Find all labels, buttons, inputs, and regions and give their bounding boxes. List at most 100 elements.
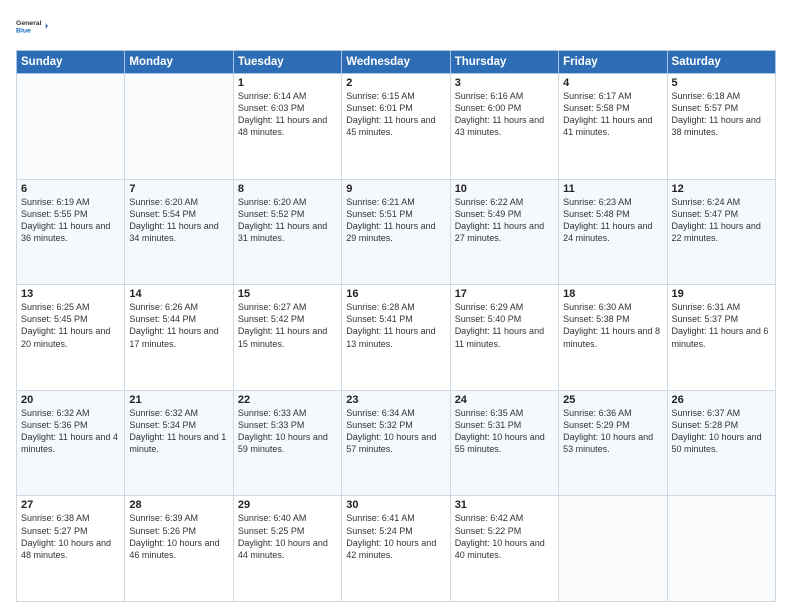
calendar-cell: 21Sunrise: 6:32 AM Sunset: 5:34 PM Dayli… [125, 390, 233, 496]
calendar-cell: 26Sunrise: 6:37 AM Sunset: 5:28 PM Dayli… [667, 390, 775, 496]
calendar-cell: 20Sunrise: 6:32 AM Sunset: 5:36 PM Dayli… [17, 390, 125, 496]
week-row-2: 6Sunrise: 6:19 AM Sunset: 5:55 PM Daylig… [17, 179, 776, 285]
cell-info: Sunrise: 6:36 AM Sunset: 5:29 PM Dayligh… [563, 407, 662, 456]
cell-info: Sunrise: 6:22 AM Sunset: 5:49 PM Dayligh… [455, 196, 554, 245]
calendar-cell: 22Sunrise: 6:33 AM Sunset: 5:33 PM Dayli… [233, 390, 341, 496]
calendar-cell [125, 74, 233, 180]
calendar-cell: 23Sunrise: 6:34 AM Sunset: 5:32 PM Dayli… [342, 390, 450, 496]
day-number: 31 [455, 499, 554, 511]
day-number: 22 [238, 394, 337, 406]
week-row-3: 13Sunrise: 6:25 AM Sunset: 5:45 PM Dayli… [17, 285, 776, 391]
cell-info: Sunrise: 6:27 AM Sunset: 5:42 PM Dayligh… [238, 301, 337, 350]
calendar-cell: 17Sunrise: 6:29 AM Sunset: 5:40 PM Dayli… [450, 285, 558, 391]
day-number: 4 [563, 77, 662, 89]
calendar-cell: 16Sunrise: 6:28 AM Sunset: 5:41 PM Dayli… [342, 285, 450, 391]
calendar-cell: 15Sunrise: 6:27 AM Sunset: 5:42 PM Dayli… [233, 285, 341, 391]
cell-info: Sunrise: 6:28 AM Sunset: 5:41 PM Dayligh… [346, 301, 445, 350]
cell-info: Sunrise: 6:35 AM Sunset: 5:31 PM Dayligh… [455, 407, 554, 456]
cell-info: Sunrise: 6:32 AM Sunset: 5:36 PM Dayligh… [21, 407, 120, 456]
cell-info: Sunrise: 6:23 AM Sunset: 5:48 PM Dayligh… [563, 196, 662, 245]
calendar-cell: 8Sunrise: 6:20 AM Sunset: 5:52 PM Daylig… [233, 179, 341, 285]
cell-info: Sunrise: 6:26 AM Sunset: 5:44 PM Dayligh… [129, 301, 228, 350]
calendar-cell: 5Sunrise: 6:18 AM Sunset: 5:57 PM Daylig… [667, 74, 775, 180]
calendar-cell: 2Sunrise: 6:15 AM Sunset: 6:01 PM Daylig… [342, 74, 450, 180]
calendar-cell: 30Sunrise: 6:41 AM Sunset: 5:24 PM Dayli… [342, 496, 450, 602]
day-number: 19 [672, 288, 771, 300]
day-number: 26 [672, 394, 771, 406]
week-row-1: 1Sunrise: 6:14 AM Sunset: 6:03 PM Daylig… [17, 74, 776, 180]
calendar-cell: 4Sunrise: 6:17 AM Sunset: 5:58 PM Daylig… [559, 74, 667, 180]
cell-info: Sunrise: 6:30 AM Sunset: 5:38 PM Dayligh… [563, 301, 662, 350]
day-number: 15 [238, 288, 337, 300]
cell-info: Sunrise: 6:21 AM Sunset: 5:51 PM Dayligh… [346, 196, 445, 245]
cell-info: Sunrise: 6:40 AM Sunset: 5:25 PM Dayligh… [238, 512, 337, 561]
weekday-header-sunday: Sunday [17, 51, 125, 74]
cell-info: Sunrise: 6:31 AM Sunset: 5:37 PM Dayligh… [672, 301, 771, 350]
day-number: 5 [672, 77, 771, 89]
calendar-cell: 29Sunrise: 6:40 AM Sunset: 5:25 PM Dayli… [233, 496, 341, 602]
calendar-cell: 7Sunrise: 6:20 AM Sunset: 5:54 PM Daylig… [125, 179, 233, 285]
day-number: 23 [346, 394, 445, 406]
calendar-cell: 18Sunrise: 6:30 AM Sunset: 5:38 PM Dayli… [559, 285, 667, 391]
day-number: 21 [129, 394, 228, 406]
calendar-cell: 10Sunrise: 6:22 AM Sunset: 5:49 PM Dayli… [450, 179, 558, 285]
day-number: 11 [563, 183, 662, 195]
cell-info: Sunrise: 6:38 AM Sunset: 5:27 PM Dayligh… [21, 512, 120, 561]
calendar: SundayMondayTuesdayWednesdayThursdayFrid… [16, 50, 776, 602]
svg-text:General: General [16, 20, 42, 27]
weekday-header-thursday: Thursday [450, 51, 558, 74]
week-row-4: 20Sunrise: 6:32 AM Sunset: 5:36 PM Dayli… [17, 390, 776, 496]
cell-info: Sunrise: 6:29 AM Sunset: 5:40 PM Dayligh… [455, 301, 554, 350]
week-row-5: 27Sunrise: 6:38 AM Sunset: 5:27 PM Dayli… [17, 496, 776, 602]
day-number: 18 [563, 288, 662, 300]
header: General Blue [16, 10, 776, 42]
weekday-header-monday: Monday [125, 51, 233, 74]
cell-info: Sunrise: 6:19 AM Sunset: 5:55 PM Dayligh… [21, 196, 120, 245]
calendar-cell: 28Sunrise: 6:39 AM Sunset: 5:26 PM Dayli… [125, 496, 233, 602]
day-number: 28 [129, 499, 228, 511]
day-number: 17 [455, 288, 554, 300]
cell-info: Sunrise: 6:20 AM Sunset: 5:54 PM Dayligh… [129, 196, 228, 245]
page: General Blue SundayMondayTuesdayWednesda… [0, 0, 792, 612]
cell-info: Sunrise: 6:25 AM Sunset: 5:45 PM Dayligh… [21, 301, 120, 350]
day-number: 24 [455, 394, 554, 406]
calendar-cell: 19Sunrise: 6:31 AM Sunset: 5:37 PM Dayli… [667, 285, 775, 391]
day-number: 3 [455, 77, 554, 89]
calendar-cell [667, 496, 775, 602]
calendar-cell: 13Sunrise: 6:25 AM Sunset: 5:45 PM Dayli… [17, 285, 125, 391]
logo: General Blue [16, 10, 48, 42]
cell-info: Sunrise: 6:41 AM Sunset: 5:24 PM Dayligh… [346, 512, 445, 561]
day-number: 27 [21, 499, 120, 511]
logo-icon: General Blue [16, 10, 48, 42]
calendar-cell [17, 74, 125, 180]
calendar-cell: 24Sunrise: 6:35 AM Sunset: 5:31 PM Dayli… [450, 390, 558, 496]
calendar-cell: 9Sunrise: 6:21 AM Sunset: 5:51 PM Daylig… [342, 179, 450, 285]
cell-info: Sunrise: 6:18 AM Sunset: 5:57 PM Dayligh… [672, 90, 771, 139]
day-number: 12 [672, 183, 771, 195]
day-number: 9 [346, 183, 445, 195]
day-number: 14 [129, 288, 228, 300]
cell-info: Sunrise: 6:14 AM Sunset: 6:03 PM Dayligh… [238, 90, 337, 139]
day-number: 25 [563, 394, 662, 406]
calendar-cell: 3Sunrise: 6:16 AM Sunset: 6:00 PM Daylig… [450, 74, 558, 180]
day-number: 10 [455, 183, 554, 195]
cell-info: Sunrise: 6:33 AM Sunset: 5:33 PM Dayligh… [238, 407, 337, 456]
cell-info: Sunrise: 6:34 AM Sunset: 5:32 PM Dayligh… [346, 407, 445, 456]
cell-info: Sunrise: 6:42 AM Sunset: 5:22 PM Dayligh… [455, 512, 554, 561]
day-number: 16 [346, 288, 445, 300]
day-number: 1 [238, 77, 337, 89]
day-number: 6 [21, 183, 120, 195]
weekday-header-wednesday: Wednesday [342, 51, 450, 74]
calendar-cell: 31Sunrise: 6:42 AM Sunset: 5:22 PM Dayli… [450, 496, 558, 602]
cell-info: Sunrise: 6:24 AM Sunset: 5:47 PM Dayligh… [672, 196, 771, 245]
cell-info: Sunrise: 6:17 AM Sunset: 5:58 PM Dayligh… [563, 90, 662, 139]
cell-info: Sunrise: 6:32 AM Sunset: 5:34 PM Dayligh… [129, 407, 228, 456]
calendar-cell [559, 496, 667, 602]
weekday-header-saturday: Saturday [667, 51, 775, 74]
calendar-cell: 11Sunrise: 6:23 AM Sunset: 5:48 PM Dayli… [559, 179, 667, 285]
weekday-header-tuesday: Tuesday [233, 51, 341, 74]
cell-info: Sunrise: 6:15 AM Sunset: 6:01 PM Dayligh… [346, 90, 445, 139]
calendar-cell: 12Sunrise: 6:24 AM Sunset: 5:47 PM Dayli… [667, 179, 775, 285]
calendar-cell: 25Sunrise: 6:36 AM Sunset: 5:29 PM Dayli… [559, 390, 667, 496]
day-number: 13 [21, 288, 120, 300]
